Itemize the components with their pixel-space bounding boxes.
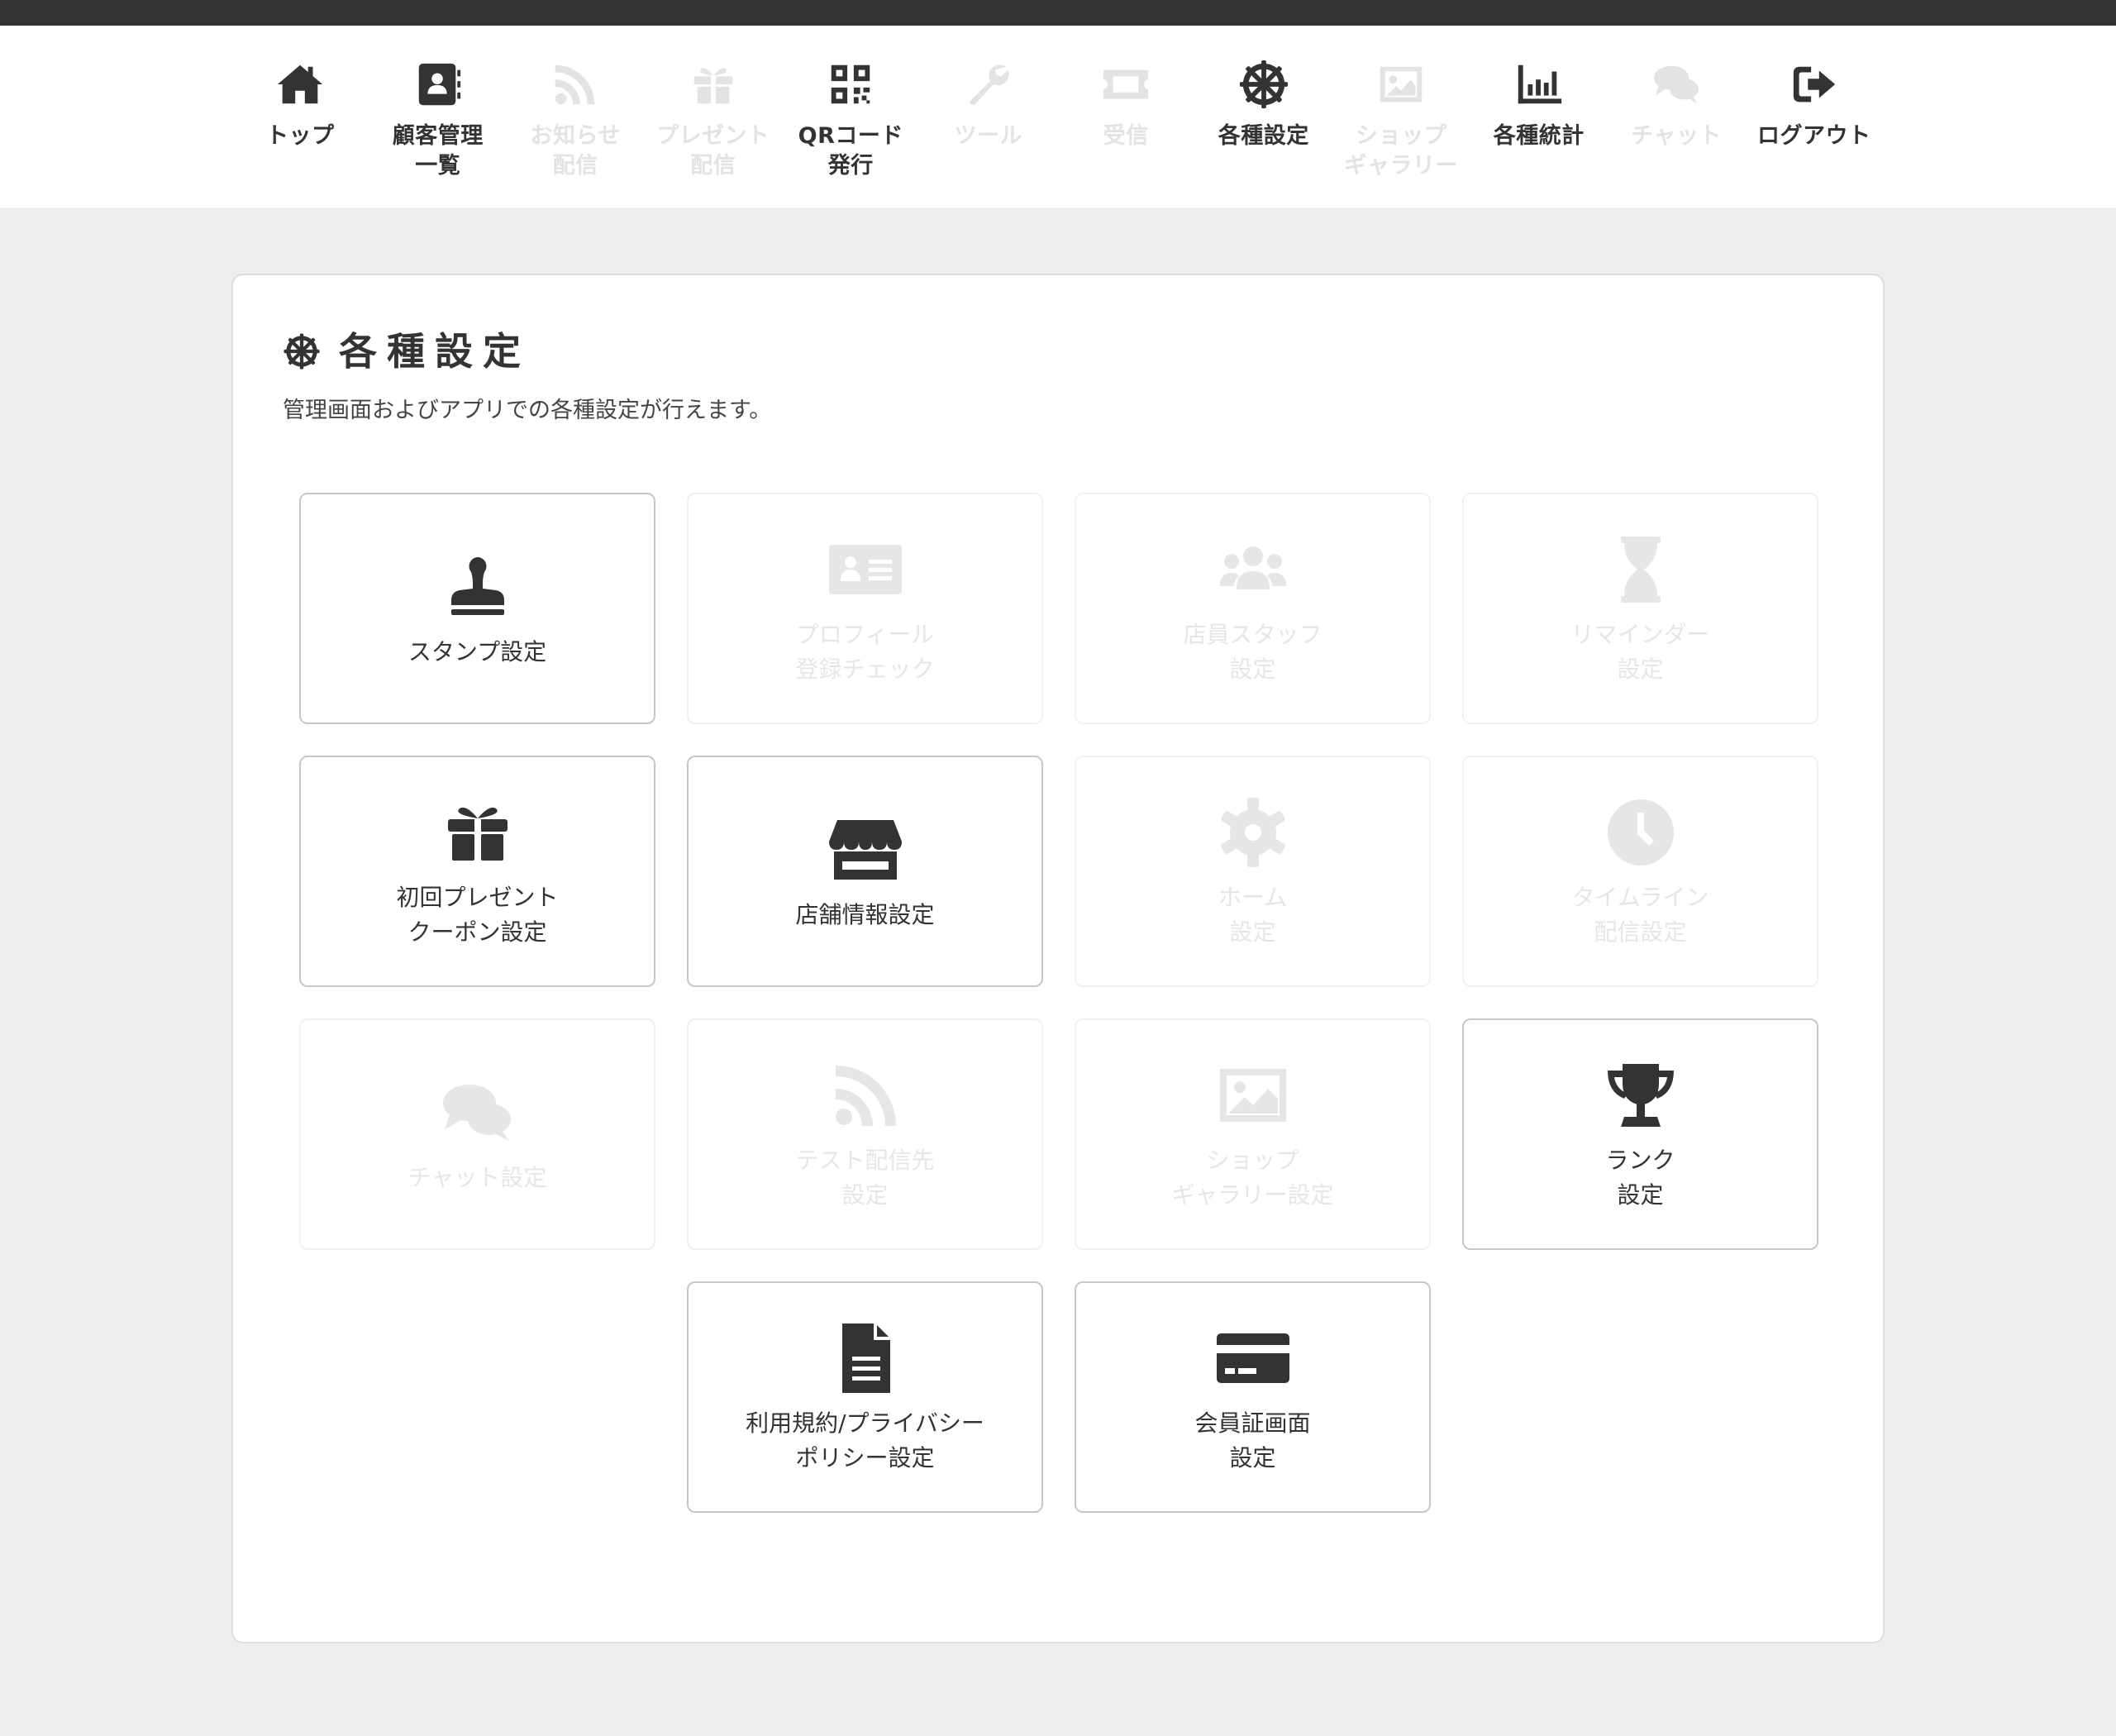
nav-item-customers[interactable]: 顧客管理 一覧 xyxy=(369,26,508,181)
nav-label: 顧客管理 一覧 xyxy=(392,123,484,179)
tile-chat-settings[interactable]: チャット設定 xyxy=(299,1018,655,1250)
tile-label: ランク 設定 xyxy=(1605,1147,1675,1209)
tile-label: リマインダー 設定 xyxy=(1570,621,1710,683)
id-card-icon xyxy=(826,530,905,609)
page-description: 管理画面およびアプリでの各種設定が行えます。 xyxy=(283,398,772,423)
tile-profile-check[interactable]: プロフィール 登録チェック xyxy=(687,493,1043,724)
tile-rank-settings[interactable]: ランク 設定 xyxy=(1462,1018,1818,1250)
tile-timeline-settings[interactable]: タイムライン 配信設定 xyxy=(1462,756,1818,987)
tile-store-info[interactable]: 店舗情報設定 xyxy=(687,756,1043,987)
cog-icon xyxy=(1213,793,1293,872)
nav-item-qrcode[interactable]: QRコード 発行 xyxy=(782,26,920,181)
trophy-icon xyxy=(1601,1056,1680,1135)
tile-label: タイムライン 配信設定 xyxy=(1571,884,1709,946)
nav-label: ツール xyxy=(954,123,1022,149)
image-icon xyxy=(1375,59,1427,110)
tile-label: テスト配信先 設定 xyxy=(795,1147,935,1209)
nav-label: プレゼント 配信 xyxy=(656,123,770,179)
tile-label: プロフィール 登録チェック xyxy=(795,621,935,683)
nav-label: 各種設定 xyxy=(1218,123,1309,149)
image-icon xyxy=(1213,1056,1293,1135)
helm-icon xyxy=(283,332,321,370)
nav-label: お知らせ 配信 xyxy=(530,123,621,179)
rss-icon xyxy=(826,1056,905,1135)
top-strip xyxy=(0,0,2116,26)
nav-item-logout[interactable]: ログアウト xyxy=(1746,26,1884,181)
tile-label: 利用規約/プライバシー ポリシー設定 xyxy=(746,1409,984,1471)
sign-out-icon xyxy=(1789,59,1840,110)
rss-icon xyxy=(550,59,601,110)
nav-item-stats[interactable]: 各種統計 xyxy=(1470,26,1608,181)
tile-label: 店員スタッフ 設定 xyxy=(1183,621,1322,683)
tile-home-settings[interactable]: ホーム 設定 xyxy=(1075,756,1431,987)
nav-label: 各種統計 xyxy=(1493,123,1585,149)
nav-item-settings[interactable]: 各種設定 xyxy=(1195,26,1333,181)
tile-label: 初回プレゼント クーポン設定 xyxy=(396,884,559,946)
bar-chart-icon xyxy=(1513,59,1565,110)
tile-reminder-settings[interactable]: リマインダー 設定 xyxy=(1462,493,1818,724)
tile-test-delivery-settings[interactable]: テスト配信先 設定 xyxy=(687,1018,1043,1250)
comments-icon xyxy=(438,1073,517,1152)
tile-shop-gallery-settings[interactable]: ショップ ギャラリー設定 xyxy=(1075,1018,1431,1250)
nav-item-news[interactable]: お知らせ 配信 xyxy=(507,26,645,181)
hourglass-icon xyxy=(1601,530,1680,609)
settings-panel: 各種設定 管理画面およびアプリでの各種設定が行えます。 スタンプ設定 プロフィー… xyxy=(231,274,1885,1643)
helm-icon xyxy=(1238,59,1289,110)
clock-icon xyxy=(1601,793,1680,872)
ticket-icon xyxy=(1100,59,1151,110)
credit-card-icon xyxy=(1213,1319,1293,1398)
nav-label: チャット xyxy=(1631,123,1723,149)
tile-label: チャット設定 xyxy=(407,1164,547,1191)
tile-label: 会員証画面 設定 xyxy=(1194,1409,1311,1471)
address-book-icon xyxy=(412,59,464,110)
nav-label: トップ xyxy=(266,123,335,149)
nav-item-present[interactable]: プレゼント 配信 xyxy=(645,26,783,181)
nav-item-tools[interactable]: ツール xyxy=(920,26,1058,181)
users-icon xyxy=(1213,530,1293,609)
nav-item-chat[interactable]: チャット xyxy=(1608,26,1746,181)
tile-label: スタンプ設定 xyxy=(407,638,547,665)
tile-label: 店舗情報設定 xyxy=(795,901,935,928)
tile-first-present-coupon[interactable]: 初回プレゼント クーポン設定 xyxy=(299,756,655,987)
nav-item-gallery[interactable]: ショップ ギャラリー xyxy=(1332,26,1470,181)
nav-label: QRコード 発行 xyxy=(798,123,903,179)
tile-label: ホーム 設定 xyxy=(1218,884,1288,946)
wrench-icon xyxy=(963,59,1014,110)
page-title: 各種設定 xyxy=(283,327,531,376)
stamp-icon xyxy=(438,547,517,627)
home-icon xyxy=(274,59,326,110)
nav-item-top[interactable]: トップ xyxy=(231,26,369,181)
tile-label: ショップ ギャラリー設定 xyxy=(1171,1147,1334,1209)
nav-label: ログアウト xyxy=(1757,123,1871,149)
store-icon xyxy=(826,810,905,889)
nav-item-inbox[interactable]: 受信 xyxy=(1057,26,1195,181)
comments-icon xyxy=(1651,59,1702,110)
qrcode-icon xyxy=(825,59,876,110)
file-text-icon xyxy=(826,1319,905,1398)
nav-label: 受信 xyxy=(1103,123,1149,149)
tile-member-card-settings[interactable]: 会員証画面 設定 xyxy=(1075,1281,1431,1513)
gift-icon xyxy=(438,793,517,872)
main-nav: トップ 顧客管理 一覧 お知らせ 配信 プレゼント 配信 QRコード 発行 ツー… xyxy=(0,26,2116,207)
tile-stamp-settings[interactable]: スタンプ設定 xyxy=(299,493,655,724)
nav-list: トップ 顧客管理 一覧 お知らせ 配信 プレゼント 配信 QRコード 発行 ツー… xyxy=(231,26,1883,181)
gift-icon xyxy=(688,59,739,110)
page-title-text: 各種設定 xyxy=(339,329,531,374)
nav-label: ショップ ギャラリー xyxy=(1344,123,1458,179)
tile-terms-privacy-settings[interactable]: 利用規約/プライバシー ポリシー設定 xyxy=(687,1281,1043,1513)
tile-staff-settings[interactable]: 店員スタッフ 設定 xyxy=(1075,493,1431,724)
